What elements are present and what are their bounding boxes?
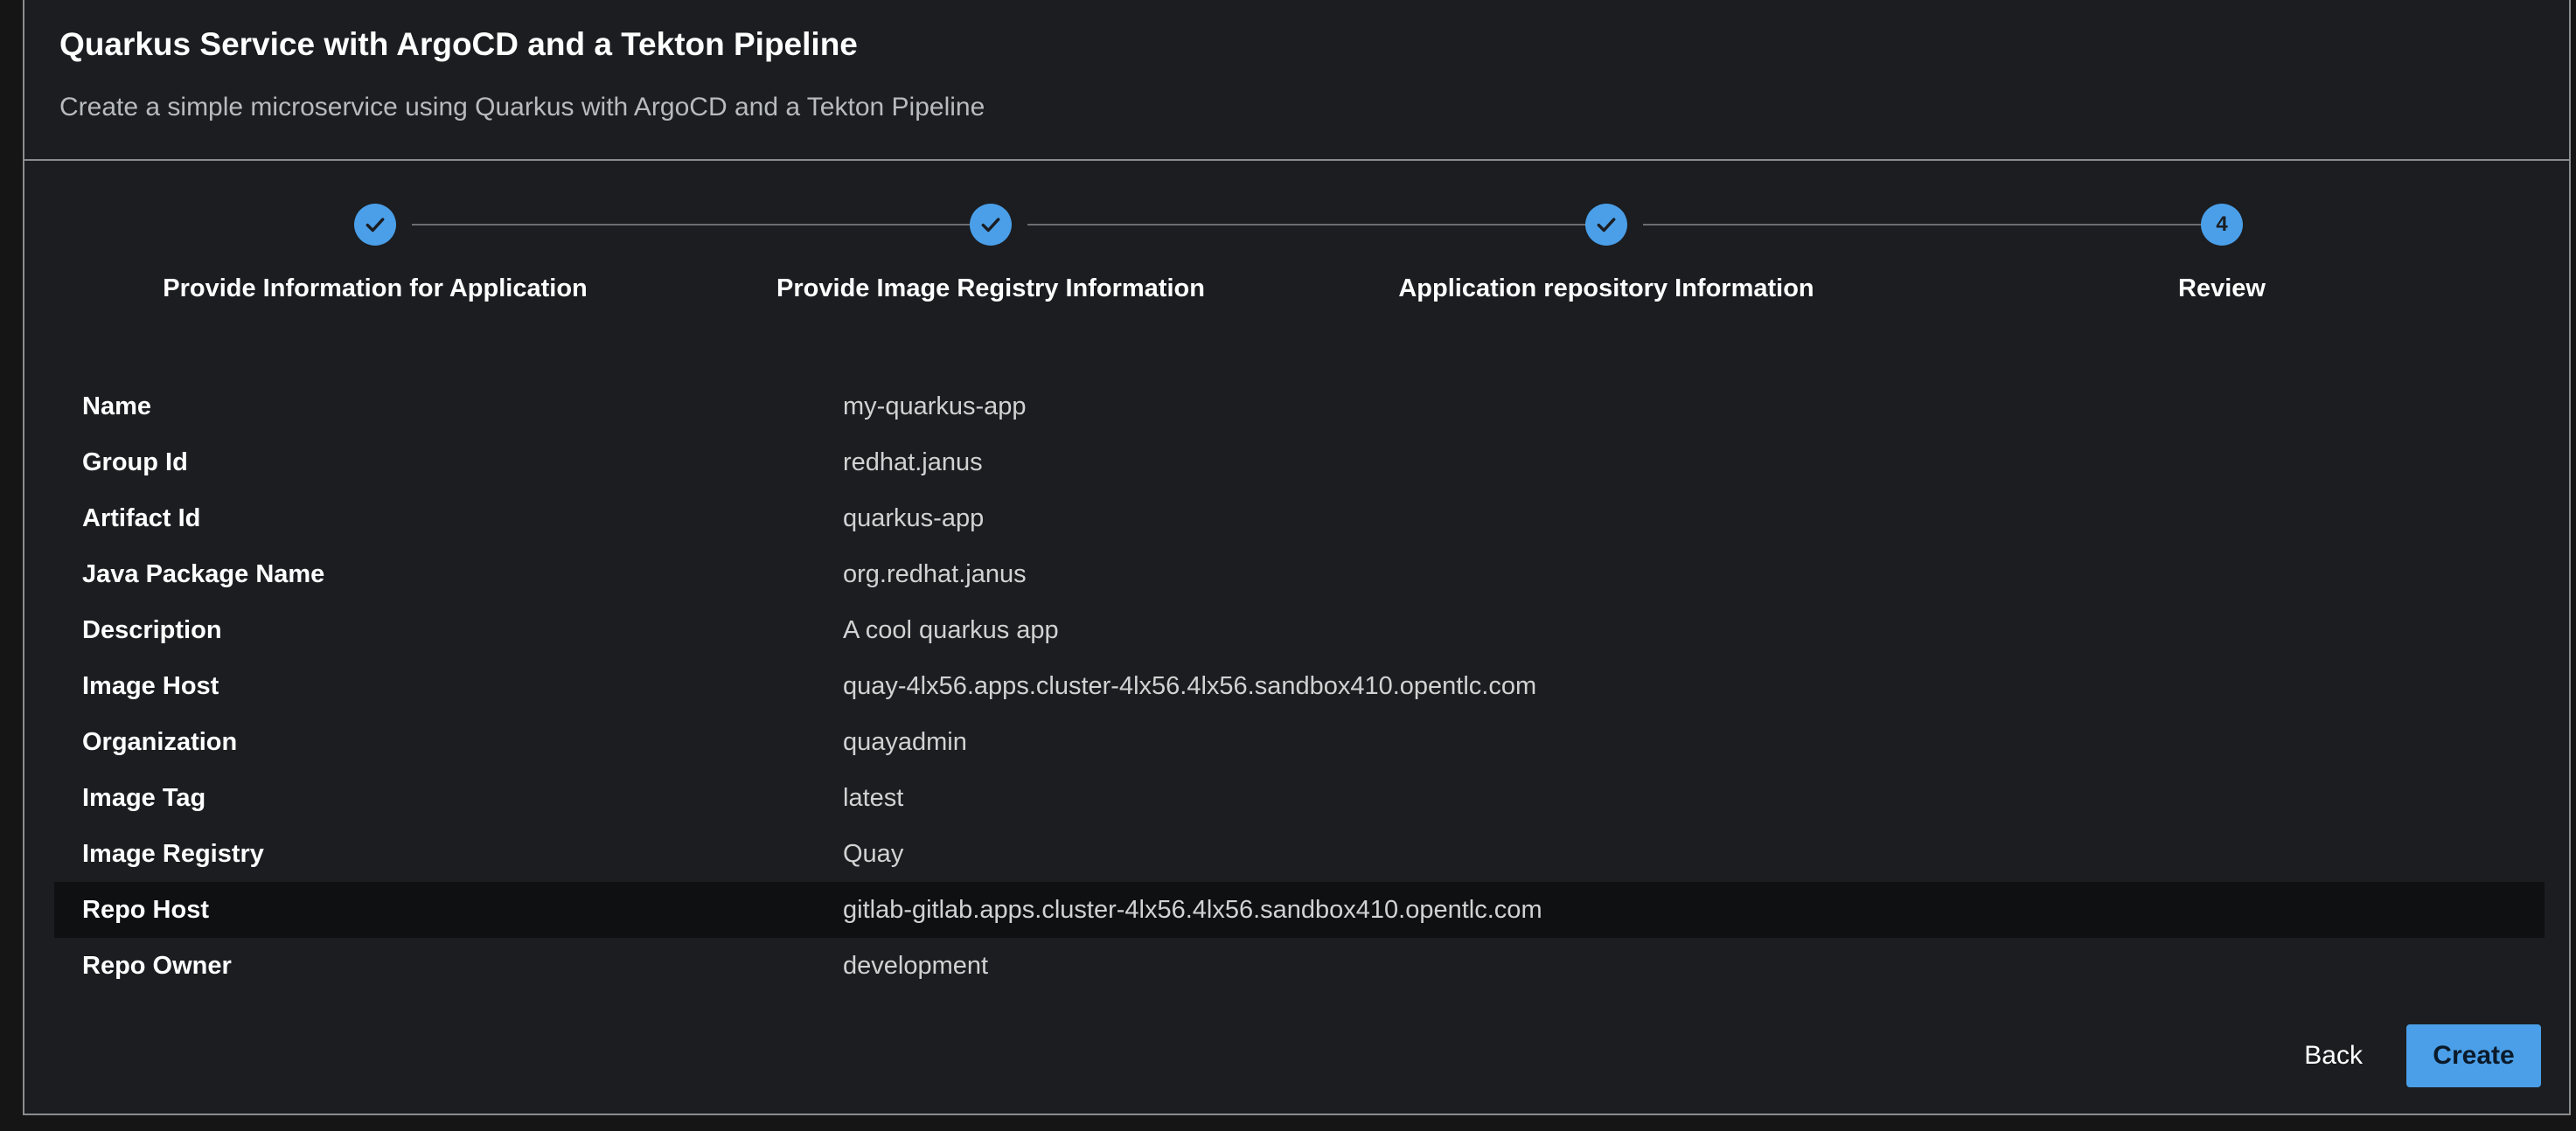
page-subtitle: Create a simple microservice using Quark… — [59, 93, 985, 121]
review-value: redhat.janus — [843, 448, 983, 476]
stepper: Provide Information for Application Prov… — [24, 161, 2569, 327]
table-row: Name my-quarkus-app — [54, 378, 2545, 434]
review-key: Java Package Name — [82, 559, 325, 588]
review-value: development — [843, 951, 989, 980]
review-key: Repo Owner — [82, 951, 232, 980]
table-row: Artifact Id quarkus-app — [54, 490, 2545, 546]
back-button[interactable]: Back — [2278, 1024, 2389, 1087]
review-value: Quay — [843, 839, 904, 868]
table-row: Organization quayadmin — [54, 714, 2545, 770]
step-1-complete-icon[interactable] — [354, 204, 396, 246]
step-connector — [412, 224, 982, 226]
table-row: Image Host quay-4lx56.apps.cluster-4lx56… — [54, 658, 2545, 714]
review-key: Repo Host — [82, 895, 209, 924]
table-row-hovered: Repo Host gitlab-gitlab.apps.cluster-4lx… — [54, 882, 2545, 938]
table-row: Repo Owner development — [54, 938, 2545, 994]
step-2-label[interactable]: Provide Image Registry Information — [728, 274, 1253, 303]
step-4-number: 4 — [2216, 212, 2228, 236]
review-key: Group Id — [82, 448, 188, 476]
create-button[interactable]: Create — [2406, 1024, 2541, 1087]
table-row: Group Id redhat.janus — [54, 434, 2545, 490]
step-3-label[interactable]: Application repository Information — [1344, 274, 1869, 303]
step-4-active: 4 — [2201, 204, 2243, 246]
step-4-label: Review — [2178, 274, 2266, 302]
review-value: quay-4lx56.apps.cluster-4lx56.4lx56.sand… — [843, 671, 1537, 700]
review-value: quayadmin — [843, 727, 967, 756]
review-key: Image Tag — [82, 783, 206, 812]
review-key: Description — [82, 615, 222, 644]
review-value: A cool quarkus app — [843, 615, 1059, 644]
table-row: Image Registry Quay — [54, 826, 2545, 882]
wizard-frame: Quarkus Service with ArgoCD and a Tekton… — [23, 0, 2571, 1115]
checkmark-icon — [1597, 218, 1616, 232]
checkmark-icon — [981, 218, 1000, 232]
review-table: Name my-quarkus-app Group Id redhat.janu… — [54, 378, 2545, 994]
wizard-header: Quarkus Service with ArgoCD and a Tekton… — [24, 0, 2569, 161]
page-title: Quarkus Service with ArgoCD and a Tekton… — [59, 26, 858, 62]
table-row: Image Tag latest — [54, 770, 2545, 826]
step-1-label[interactable]: Provide Information for Application — [113, 274, 637, 303]
table-row: Java Package Name org.redhat.janus — [54, 546, 2545, 602]
review-value: my-quarkus-app — [843, 392, 1027, 420]
review-key: Organization — [82, 727, 238, 756]
review-key: Image Registry — [82, 839, 264, 868]
review-key: Image Host — [82, 671, 219, 700]
table-row: Description A cool quarkus app — [54, 602, 2545, 658]
review-value: quarkus-app — [843, 503, 985, 532]
checkmark-icon — [366, 218, 385, 232]
review-value: latest — [843, 783, 904, 812]
review-value: gitlab-gitlab.apps.cluster-4lx56.4lx56.s… — [843, 895, 1542, 924]
review-key: Artifact Id — [82, 503, 201, 532]
review-value: org.redhat.janus — [843, 559, 1027, 588]
step-connector — [1027, 224, 1598, 226]
step-connector — [1643, 224, 2213, 226]
step-3-complete-icon[interactable] — [1585, 204, 1627, 246]
step-2-complete-icon[interactable] — [970, 204, 1012, 246]
wizard-actions: Back Create — [2278, 1024, 2541, 1087]
review-key: Name — [82, 392, 151, 420]
